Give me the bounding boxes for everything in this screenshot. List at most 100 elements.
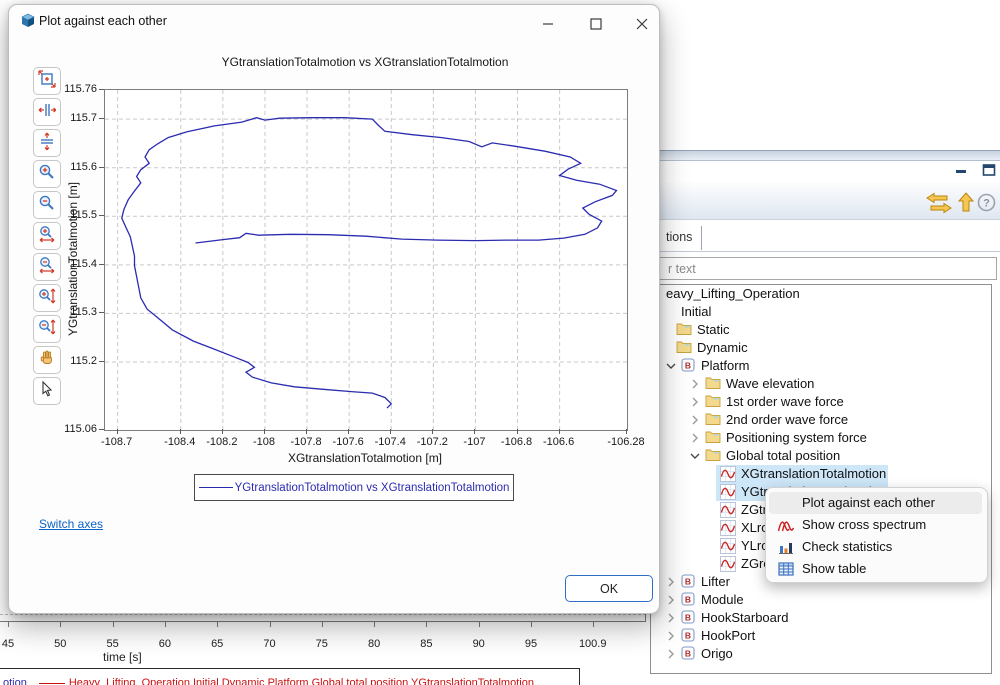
time-tick-mark	[270, 621, 271, 627]
maximize-button[interactable]	[583, 14, 609, 34]
tree-item-1st-order-wave-force[interactable]: 1st order wave force	[663, 393, 988, 411]
zoom-in-horizontal-icon	[38, 225, 56, 248]
menu-item-check-statistics[interactable]: Check statistics	[769, 536, 982, 558]
swap-arrows-icon[interactable]	[925, 192, 953, 219]
tree-item-hookport[interactable]: BHookPort	[663, 627, 988, 645]
help-icon[interactable]: ?	[977, 193, 996, 217]
select-button[interactable]	[33, 377, 61, 405]
zoom-out-vertical-button[interactable]	[33, 315, 61, 343]
zoom-in-horizontal-button[interactable]	[33, 222, 61, 250]
bottom-legend-red-line-sample	[39, 683, 65, 684]
tree-item-xgtranslationtotalmotion[interactable]: XGtranslationTotalmotion	[663, 465, 988, 483]
tree-item-platform[interactable]: B Platform	[663, 357, 988, 375]
x-tick-label: -106.6	[531, 436, 587, 448]
time-tick-label: 75	[302, 638, 342, 650]
statistics-icon	[777, 538, 795, 559]
y-tick-label: 115.06	[41, 423, 97, 435]
folder-icon	[705, 376, 721, 393]
menu-item-label: Show table	[802, 561, 866, 576]
legend-box: YGtranslationTotalmotion vs XGtranslatio…	[194, 474, 514, 501]
time-tick-label: 45	[0, 638, 28, 650]
y-tick-mark	[99, 429, 104, 430]
tree-item-origo[interactable]: B Origo	[663, 645, 988, 663]
time-chart-axis-line	[0, 621, 646, 622]
menu-item-show-table[interactable]: Show table	[769, 558, 982, 580]
folder-icon	[676, 322, 692, 339]
tree-item-positioning-system-force[interactable]: Positioning system force	[663, 429, 988, 447]
time-tick-mark	[374, 621, 375, 627]
svg-text:B: B	[685, 630, 691, 640]
y-tick-label: 115.7	[41, 112, 97, 124]
time-axis-label: time [s]	[103, 650, 142, 664]
filter-input[interactable]: r text	[650, 257, 997, 280]
y-tick-mark	[99, 264, 104, 265]
time-tick-mark	[165, 621, 166, 627]
time-tick-label: 80	[354, 638, 394, 650]
context-menu: Plot against each other Show cross spectr…	[765, 487, 988, 583]
tree-item-label: 2nd order wave force	[726, 412, 848, 427]
view-maximize-button[interactable]	[976, 160, 1000, 180]
menu-item-plot-against-each-other[interactable]: Plot against each other	[769, 492, 982, 514]
folder-icon	[676, 340, 692, 357]
time-tick-label: 65	[197, 638, 237, 650]
x-tick-label: -108.7	[89, 436, 145, 448]
tree-item-static[interactable]: Static	[663, 321, 988, 339]
tree-item-label: Initial	[681, 304, 711, 319]
chevron-right-icon[interactable]	[664, 646, 678, 665]
time-tick-label: 85	[406, 638, 446, 650]
tree-item-label: 1st order wave force	[726, 394, 844, 409]
bottom-legend-blue-fragment: otion	[3, 677, 27, 685]
fit-vertical-button[interactable]	[33, 129, 61, 157]
chart-title: YGtranslationTotalmotion vs XGtranslatio…	[104, 55, 626, 69]
tree-item-eavy-lifting-operation[interactable]: eavy_Lifting_Operation	[663, 285, 988, 303]
menu-item-show-cross-spectrum[interactable]: Show cross spectrum	[769, 514, 982, 536]
arrow-up-icon[interactable]	[957, 191, 975, 218]
bottom-legend-box: otion Heavy_Lifting_Operation Initial Dy…	[0, 668, 580, 685]
x-tick-mark	[180, 429, 181, 434]
panel-top-band	[659, 150, 1000, 161]
tree-item-2nd-order-wave-force[interactable]: 2nd order wave force	[663, 411, 988, 429]
tree-item-initial[interactable]: Initial	[663, 303, 988, 321]
x-tick-mark	[559, 429, 560, 434]
tree-item-wave-elevation[interactable]: Wave elevation	[663, 375, 988, 393]
x-axis-title: XGtranslationTotalmotion [m]	[104, 451, 626, 465]
time-tick-mark	[426, 621, 427, 627]
time-tick-label: 55	[93, 638, 133, 650]
body-icon: B	[681, 358, 695, 375]
tree-item-global-total-position[interactable]: Global total position	[663, 447, 988, 465]
svg-text:B: B	[685, 648, 691, 658]
tree-item-label: Platform	[701, 358, 749, 373]
tree-item-dynamic[interactable]: Dynamic	[663, 339, 988, 357]
menu-item-label: Show cross spectrum	[802, 517, 926, 532]
switch-axes-link[interactable]: Switch axes	[39, 517, 103, 531]
filter-input-text: r text	[668, 262, 696, 276]
time-chart-bottom-gridline	[0, 614, 646, 615]
time-tick-mark	[479, 621, 480, 627]
tree-item-label: Origo	[701, 646, 733, 661]
tree-item-module[interactable]: BModule	[663, 591, 988, 609]
time-tick-label: 90	[459, 638, 499, 650]
view-minimize-button[interactable]	[948, 161, 974, 181]
svg-text:B: B	[685, 594, 691, 604]
x-tick-mark	[348, 429, 349, 434]
tab-divider	[701, 226, 702, 250]
time-tick-mark	[8, 621, 9, 627]
body-icon: B	[681, 592, 695, 609]
panel-tab[interactable]: tions	[666, 230, 692, 244]
body-icon: B	[681, 610, 695, 627]
fit-vertical-icon	[38, 132, 56, 155]
plot-area[interactable]	[104, 89, 628, 431]
x-tick-mark	[626, 429, 627, 434]
minimize-button[interactable]	[535, 14, 561, 34]
dialog-title: Plot against each other	[39, 14, 167, 28]
x-tick-mark	[117, 429, 118, 434]
close-button[interactable]	[629, 14, 655, 34]
ok-button[interactable]: OK	[565, 575, 653, 602]
folder-icon	[705, 394, 721, 411]
body-icon: B	[681, 628, 695, 645]
folder-icon	[705, 430, 721, 447]
folder-icon	[705, 412, 721, 429]
time-tick-mark	[113, 621, 114, 627]
y-tick-mark	[99, 89, 104, 90]
tree-item-hookstarboard[interactable]: BHookStarboard	[663, 609, 988, 627]
